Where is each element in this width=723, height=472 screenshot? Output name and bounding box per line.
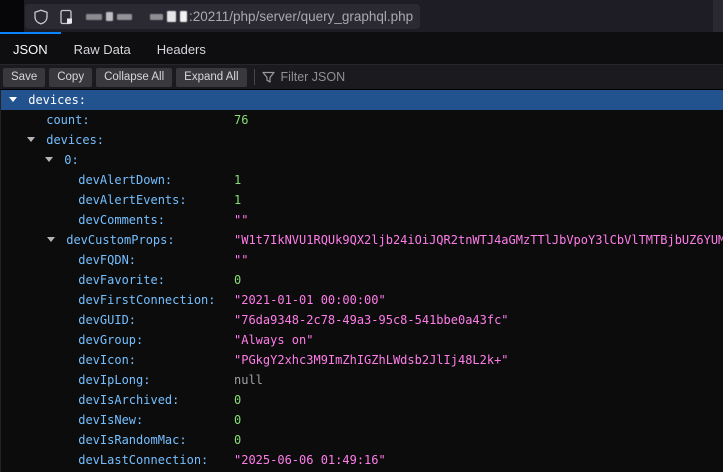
json-value: "Always on" [234,330,313,350]
url-bar[interactable]: :20211/php/server/query_graphql.php [25,4,420,29]
json-row-devGroup[interactable]: devGroup: "Always on" [1,330,723,350]
indent-spacer [59,210,71,230]
json-row-devices-root[interactable]: devices: [1,90,723,110]
collapse-all-button[interactable]: Collapse All [96,68,172,87]
json-row-devComments[interactable]: devComments: "" [1,210,723,230]
browser-window: :20211/php/server/query_graphql.php JSON… [0,0,723,472]
json-key: devCustomProps: [66,233,174,247]
json-key: devComments: [78,213,165,227]
filter-json-input[interactable] [281,70,421,84]
json-value: "PGkgY2xhc3M9ImZhIGZhLWdsb2JlIj48L2k+" [234,350,509,370]
json-value: 0 [234,390,241,410]
json-value: "" [234,210,248,230]
collapse-arrow-icon[interactable] [9,90,21,110]
tracking-protection-shield-icon[interactable] [33,9,49,25]
chrome-left-edge [0,0,24,32]
page-info-icon[interactable] [59,9,74,25]
json-value: 1 [234,190,241,210]
json-key: devGUID: [78,313,136,327]
indent-spacer [59,170,71,190]
json-key: devLastConnection: [78,453,208,467]
json-row-devAlertEvents[interactable]: devAlertEvents: 1 [1,190,723,210]
indent-spacer [59,350,71,370]
indent-spacer [59,270,71,290]
json-row-devCustomProps[interactable]: devCustomProps: "W1t7IkNVU1RQUk9QX2ljb24… [1,230,723,250]
json-key: 0: [64,153,78,167]
json-key: count: [46,113,89,127]
indent-spacer [59,190,71,210]
json-row-count[interactable]: count: 76 [1,110,723,130]
copy-button[interactable]: Copy [49,68,92,87]
json-row-devFirstConnection[interactable]: devFirstConnection: "2021-01-01 00:00:00… [1,290,723,310]
json-key: devFQDN: [78,253,136,267]
url-text: :20211/php/server/query_graphql.php [189,9,413,24]
json-row-devIsNew[interactable]: devIsNew: 0 [1,410,723,430]
tab-json[interactable]: JSON [0,32,61,64]
chrome-right-edge [713,0,723,32]
json-key: devAlertDown: [78,173,172,187]
indent-spacer [59,370,71,390]
indent-spacer [59,390,71,410]
expand-all-button[interactable]: Expand All [176,68,246,87]
indent-spacer [59,290,71,310]
indent-spacer [59,430,71,450]
collapse-arrow-icon[interactable] [47,230,59,250]
json-row-index-0[interactable]: 0: [1,150,723,170]
json-key: devAlertEvents: [78,193,186,207]
json-key: devIcon: [78,353,136,367]
indent-spacer [59,310,71,330]
json-key: devices: [46,133,104,147]
json-row-devIsRandomMac[interactable]: devIsRandomMac: 0 [1,430,723,450]
json-key: devIsNew: [78,413,143,427]
json-row-devAlertDown[interactable]: devAlertDown: 1 [1,170,723,190]
json-value: "2025-06-06 01:49:16" [234,450,386,470]
indent-spacer [59,250,71,270]
json-key: devIpLong: [78,373,150,387]
json-row-devIsArchived[interactable]: devIsArchived: 0 [1,390,723,410]
browser-chrome: :20211/php/server/query_graphql.php [0,0,723,32]
collapse-arrow-icon[interactable] [27,130,39,150]
json-key: devices: [28,93,86,107]
json-value: 0 [234,410,241,430]
jsonviewer-tabstrip: JSON Raw Data Headers [0,32,723,65]
save-button[interactable]: Save [3,68,45,87]
json-value: "2021-01-01 00:00:00" [234,290,386,310]
indent-spacer [59,330,71,350]
toolbar-separator [254,69,255,85]
json-key: devFirstConnection: [78,293,215,307]
json-key: devFavorite: [78,273,165,287]
redacted-host [86,11,187,22]
collapse-arrow-icon[interactable] [45,150,57,170]
json-value: 0 [234,270,241,290]
tab-headers[interactable]: Headers [144,32,219,64]
json-value: 0 [234,430,241,450]
indent-spacer [27,110,39,130]
json-key: devGroup: [78,333,143,347]
json-key: devIsArchived: [78,393,179,407]
json-row-devFQDN[interactable]: devFQDN: "" [1,250,723,270]
indent-spacer [59,410,71,430]
filter-funnel-icon [262,71,275,84]
json-row-devices-array[interactable]: devices: [1,130,723,150]
json-value: 1 [234,170,241,190]
json-row-devLastConnection[interactable]: devLastConnection: "2025-06-06 01:49:16" [1,450,723,470]
json-row-devGUID[interactable]: devGUID: "76da9348-2c78-49a3-95c8-541bbe… [1,310,723,330]
json-tree: devices: count: 76 devices: 0: devAlertD… [0,90,723,472]
json-row-devIcon[interactable]: devIcon: "PGkgY2xhc3M9ImZhIGZhLWdsb2JlIj… [1,350,723,370]
json-value: "" [234,250,248,270]
json-value: "W1t7IkNVU1RQUk9QX2ljb24iOiJQR2tnWTJ4aGM… [234,230,723,250]
json-row-devIpLong[interactable]: devIpLong: null [1,370,723,390]
json-value: 76 [234,110,248,130]
json-value: "76da9348-2c78-49a3-95c8-541bbe0a43fc" [234,310,509,330]
json-key: devIsRandomMac: [78,433,186,447]
jsonviewer-toolbar: Save Copy Collapse All Expand All [0,65,723,90]
tab-raw-data[interactable]: Raw Data [61,32,144,64]
indent-spacer [59,450,71,470]
json-value: null [234,370,263,390]
json-row-devFavorite[interactable]: devFavorite: 0 [1,270,723,290]
